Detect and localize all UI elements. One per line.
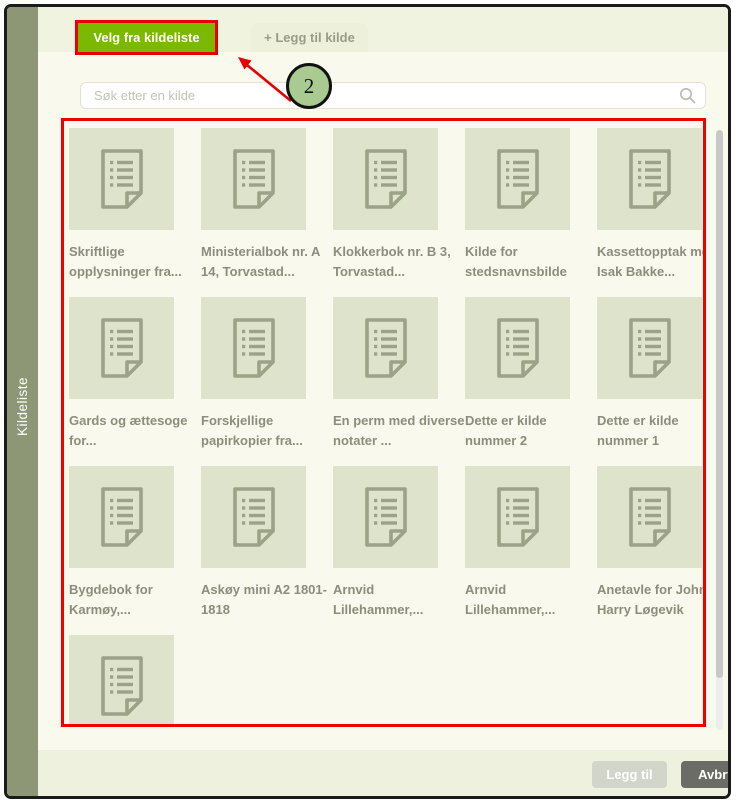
source-card-tile[interactable] [597,297,702,399]
source-card-tile[interactable] [465,297,570,399]
source-card-tile[interactable] [201,297,306,399]
search-input[interactable] [80,82,706,109]
tab-select-from-source-list[interactable]: Velg fra kildeliste [78,23,215,52]
source-card[interactable]: Dette er kilde nummer 2 [465,297,570,466]
source-card[interactable]: Ministerialbok nr. A 14, Torvastad... [201,128,306,297]
source-card-tile[interactable] [201,128,306,230]
source-card-title: Kassettopptak med Isak Bakke... [597,242,703,281]
source-card-title: Skriftlige opplysninger fra... [69,242,201,281]
document-list-icon [624,317,676,379]
dialog-footer: Legg til Avbryt [38,750,728,796]
source-card[interactable]: Gards og ættesoge for... [69,297,174,466]
search-field-wrap [80,82,706,109]
annotation-step-number: 2 [304,74,315,99]
source-card-tile[interactable] [69,635,174,724]
source-card[interactable]: Arnvid Lillehammer,... [333,466,438,635]
kildeliste-side-strip: Kildeliste [7,7,38,796]
document-list-icon [228,148,280,210]
document-list-icon [360,148,412,210]
add-button[interactable]: Legg til [592,761,667,788]
source-card-title: Kilde for stedsnavnsbilde [465,242,597,281]
source-card-title: Bygdebok for Karmøy,... [69,580,201,619]
source-card-tile[interactable] [333,128,438,230]
source-card-title: Forskjellige papirkopier fra... [201,411,333,450]
scrollbar-thumb[interactable] [716,130,723,678]
screenshot-root: Kildeliste + Legg til kilde Velg fra kil… [0,0,736,806]
document-list-icon [96,486,148,548]
scrollbar-track[interactable] [716,130,723,730]
document-list-icon [360,317,412,379]
sidebar-title: Kildeliste [15,377,30,436]
source-card-tile[interactable] [69,466,174,568]
document-list-icon [96,148,148,210]
source-card-tile[interactable] [465,466,570,568]
document-list-icon [96,317,148,379]
source-card[interactable]: Anetavle for John Harry Løgevik [597,466,702,635]
document-list-icon [96,655,148,717]
source-card-tile[interactable] [333,297,438,399]
document-list-icon [492,317,544,379]
source-card-title: Ministerialbok nr. A 14, Torvastad... [201,242,333,281]
source-card-title: Arnvid Lillehammer,... [333,580,465,619]
source-card-title: Dette er kilde nummer 2 [465,411,597,450]
source-card-tile[interactable] [333,466,438,568]
document-list-icon [624,148,676,210]
annotation-box-source-grid: Skriftlige opplysninger fra... Ministeri… [61,118,706,727]
tab-add-source[interactable]: + Legg til kilde [251,23,368,52]
source-card-title: Gards og ættesoge for... [69,411,201,450]
source-card[interactable]: En perm med diverse notater ... [333,297,438,466]
document-list-icon [492,486,544,548]
source-card[interactable]: Dette er kilde nummer 1 [597,297,702,466]
source-card[interactable]: Kilde for stedsnavnsbilde [465,128,570,297]
cancel-button[interactable]: Avbryt [681,761,731,788]
document-list-icon [624,486,676,548]
document-list-icon [228,317,280,379]
source-card[interactable]: Askøy mini A2 1801-1818 [201,466,306,635]
source-card-tile[interactable] [597,466,702,568]
source-card[interactable] [69,635,174,724]
source-card-title: Askøy mini A2 1801-1818 [201,580,333,619]
source-card-title: En perm med diverse notater ... [333,411,465,450]
source-card[interactable]: Kassettopptak med Isak Bakke... [597,128,702,297]
document-list-icon [360,486,412,548]
source-card-title: Arnvid Lillehammer,... [465,580,597,619]
source-card-title: Anetavle for John Harry Løgevik [597,580,703,619]
document-list-icon [492,148,544,210]
annotation-box-active-tab: Velg fra kildeliste [75,20,218,55]
source-card-tile[interactable] [69,297,174,399]
source-card-tile[interactable] [69,128,174,230]
source-picker-dialog: Kildeliste + Legg til kilde Velg fra kil… [4,4,731,799]
source-card-title: Dette er kilde nummer 1 [597,411,703,450]
source-card[interactable]: Skriftlige opplysninger fra... [69,128,174,297]
search-icon [679,87,696,104]
source-card-tile[interactable] [597,128,702,230]
source-card[interactable]: Klokkerbok nr. B 3, Torvastad... [333,128,438,297]
sidebar-label-wrap: Kildeliste [7,337,38,477]
document-list-icon [228,486,280,548]
annotation-step-circle: 2 [286,63,332,109]
source-card-tile[interactable] [465,128,570,230]
source-card-title: Klokkerbok nr. B 3, Torvastad... [333,242,465,281]
source-grid: Skriftlige opplysninger fra... Ministeri… [64,121,703,724]
source-card[interactable]: Bygdebok for Karmøy,... [69,466,174,635]
source-card[interactable]: Arnvid Lillehammer,... [465,466,570,635]
source-card-tile[interactable] [201,466,306,568]
source-card[interactable]: Forskjellige papirkopier fra... [201,297,306,466]
